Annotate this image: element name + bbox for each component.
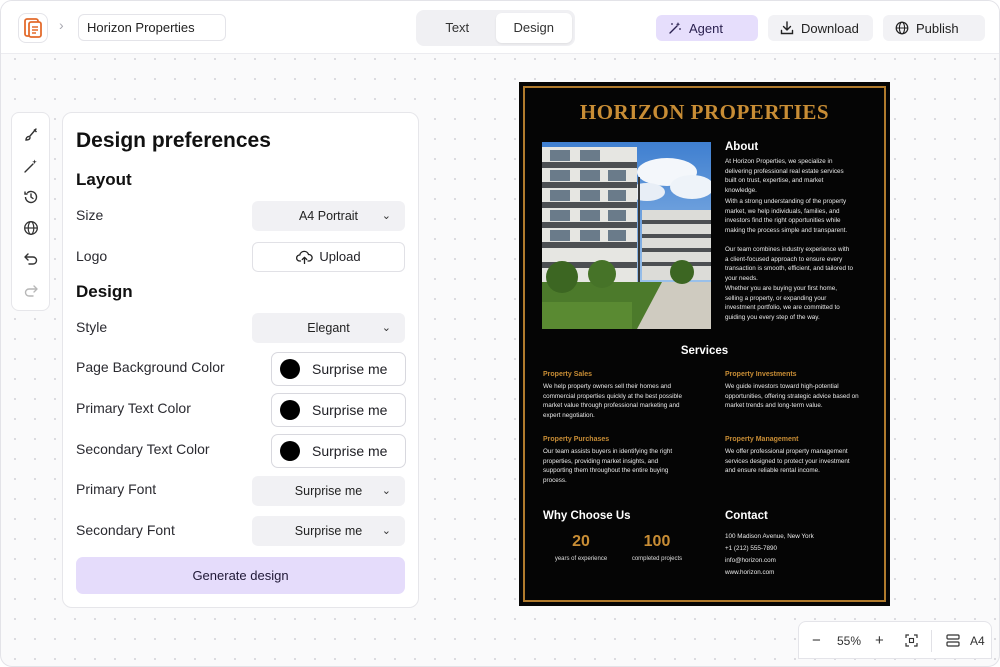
agent-button[interactable]: Agent: [656, 15, 758, 41]
tab-design[interactable]: Design: [495, 13, 572, 43]
surprise-label: Surprise me: [312, 361, 388, 377]
secondary-text-color-label: Secondary Text Color: [76, 441, 210, 457]
service-text: We offer professional property managemen…: [725, 448, 850, 474]
chevron-down-icon: ⌄: [381, 525, 391, 537]
secondary-font-value: Surprise me: [294, 524, 363, 538]
publish-label: Publish: [916, 20, 959, 36]
contact-phone: +1 (212) 555-7890: [725, 545, 777, 552]
service-title: Property Investments: [725, 371, 797, 378]
color-swatch: [280, 400, 300, 420]
color-swatch: [280, 359, 300, 379]
design-preferences-panel: Design preferences Layout Size A4 Portra…: [62, 112, 419, 608]
download-button[interactable]: Download: [768, 15, 873, 41]
service-text: Our team assists buyers in identifying t…: [543, 448, 673, 484]
upload-label: Upload: [319, 249, 361, 264]
zoom-in-button[interactable]: +: [875, 622, 884, 660]
chevron-down-icon: ⌄: [381, 485, 391, 497]
layout-heading: Layout: [76, 170, 132, 189]
primary-text-color-label: Primary Text Color: [76, 400, 191, 416]
size-value: A4 Portrait: [298, 209, 359, 223]
stat-label: years of experience: [554, 556, 608, 562]
brush-icon[interactable]: [18, 122, 44, 148]
cloud-upload-icon: [296, 250, 314, 264]
page-background-color-picker[interactable]: Surprise me: [271, 352, 406, 386]
zoom-bar: − 55% + A4: [798, 621, 992, 659]
style-value: Elegant: [307, 321, 350, 335]
service-title: Property Purchases: [543, 436, 610, 443]
why-choose-us-heading: Why Choose Us: [543, 510, 631, 522]
service-text: We guide investors toward high-potential…: [725, 383, 859, 409]
fit-to-screen-icon[interactable]: [905, 634, 918, 647]
stat-value: 100: [643, 533, 671, 550]
size-label: Size: [76, 207, 104, 223]
about-heading: About: [725, 141, 759, 153]
color-swatch: [280, 441, 300, 461]
download-label: Download: [801, 20, 859, 36]
secondary-font-select[interactable]: Surprise me ⌄: [252, 516, 405, 546]
about-paragraph: With a strong understanding of the prope…: [725, 198, 848, 234]
logo-upload-button[interactable]: Upload: [252, 242, 405, 272]
size-select[interactable]: A4 Portrait ⌄: [252, 201, 405, 231]
stat-label: completed projects: [631, 556, 683, 562]
zoom-out-button[interactable]: −: [812, 622, 821, 660]
contact-heading: Contact: [725, 510, 768, 522]
publish-button[interactable]: Publish: [883, 15, 985, 41]
about-paragraph: Whether you are buying your first home, …: [725, 285, 840, 321]
magic-wand-icon: [669, 22, 681, 34]
primary-text-color-picker[interactable]: Surprise me: [271, 393, 406, 427]
tab-text[interactable]: Text: [419, 13, 496, 43]
history-icon[interactable]: [18, 184, 44, 210]
surprise-label: Surprise me: [312, 443, 388, 459]
generate-design-button[interactable]: Generate design: [76, 557, 405, 594]
building-photo: [542, 142, 711, 329]
globe-icon: [895, 21, 909, 35]
secondary-text-color-picker[interactable]: Surprise me: [271, 434, 406, 468]
primary-font-label: Primary Font: [76, 481, 157, 497]
flyer-title: HORIZON PROPERTIES: [579, 100, 830, 124]
contact-email: info@horizon.com: [725, 557, 776, 564]
stat-value: 20: [572, 533, 590, 550]
logo-label: Logo: [76, 248, 108, 264]
app-logo-icon[interactable]: [18, 13, 48, 43]
divider: [931, 630, 932, 652]
primary-font-value: Surprise me: [294, 484, 363, 498]
project-name-input[interactable]: Horizon Properties: [78, 14, 226, 41]
globe-icon[interactable]: [18, 215, 44, 241]
secondary-font-label: Secondary Font: [76, 522, 175, 538]
style-label: Style: [76, 319, 108, 335]
page-size-label[interactable]: A4: [970, 622, 985, 660]
service-title: Property Sales: [543, 371, 593, 378]
breadcrumb-chevron-icon: ›: [59, 17, 64, 33]
about-paragraph: At Horizon Properties, we specialize in …: [725, 158, 844, 194]
top-bar: › Horizon Properties Text Design Agent D…: [1, 1, 999, 54]
service-text: We help property owners sell their homes…: [543, 383, 682, 419]
flyer-preview[interactable]: HORIZON PROPERTIES About At Horizon Prop…: [519, 82, 890, 606]
about-paragraph: Our team combines industry experience wi…: [725, 246, 853, 282]
service-title: Property Management: [725, 436, 799, 443]
magic-wand-icon[interactable]: [18, 153, 44, 179]
agent-label: Agent: [689, 20, 723, 36]
contact-address: 100 Madison Avenue, New York: [725, 533, 814, 540]
page-background-color-label: Page Background Color: [76, 359, 225, 375]
panel-title: Design preferences: [76, 129, 271, 152]
redo-icon[interactable]: [18, 278, 44, 304]
zoom-level: 55%: [837, 634, 862, 648]
tool-rail: [11, 112, 50, 311]
surprise-label: Surprise me: [312, 402, 388, 418]
chevron-down-icon: ⌄: [381, 322, 391, 334]
chevron-down-icon: ⌄: [381, 210, 391, 222]
services-heading: Services: [680, 345, 729, 357]
primary-font-select[interactable]: Surprise me ⌄: [252, 476, 405, 506]
download-icon: [780, 21, 794, 35]
undo-icon[interactable]: [18, 246, 44, 272]
contact-website: www.horizon.com: [725, 569, 775, 576]
style-select[interactable]: Elegant ⌄: [252, 313, 405, 343]
app-window: › Horizon Properties Text Design Agent D…: [0, 0, 1000, 667]
page-size-icon[interactable]: [946, 634, 960, 647]
design-heading: Design: [76, 282, 133, 301]
mode-switch: Text Design: [416, 10, 575, 46]
